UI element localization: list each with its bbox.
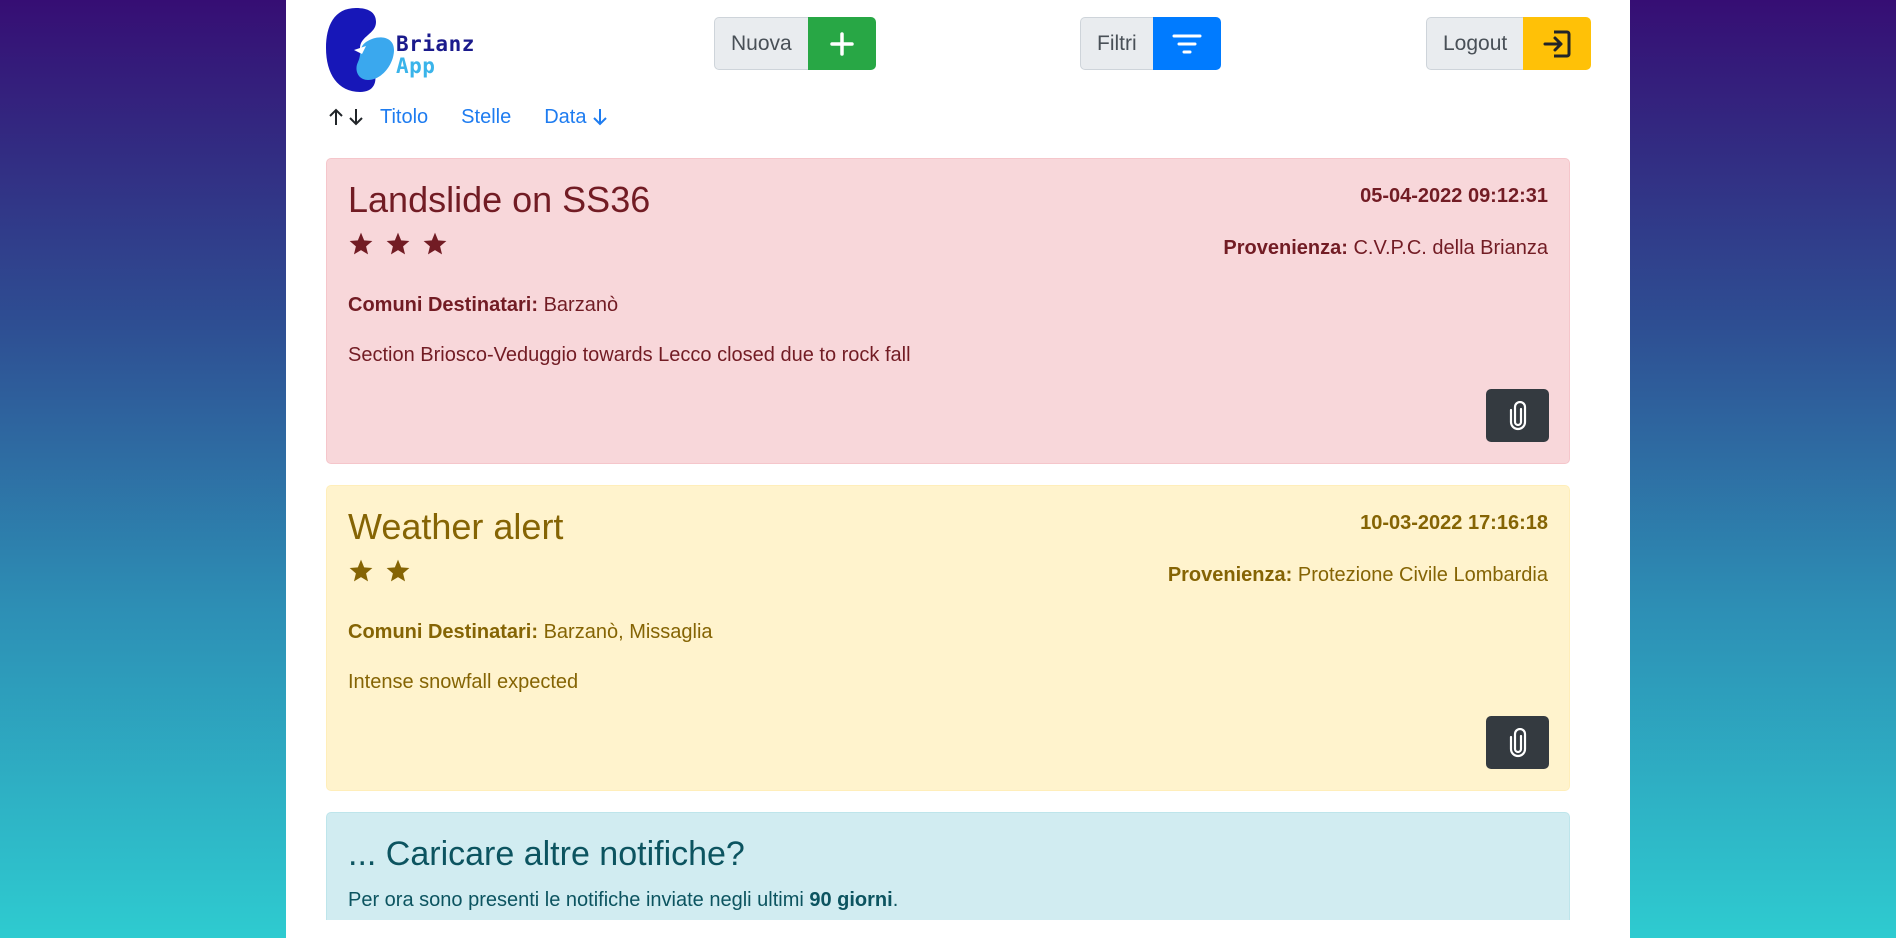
star-icon [349, 559, 373, 582]
recipients-label: Comuni Destinatari: [348, 294, 539, 316]
filter-label: Filtri [1080, 17, 1153, 70]
notification-description: Intense snowfall expected [348, 671, 579, 693]
notification-date: 10-03-2022 17:16:18 [1360, 512, 1548, 534]
sort-bar: Titolo Stelle Data [328, 104, 641, 130]
attachment-button[interactable] [1486, 389, 1549, 442]
logo-text-app: App [396, 54, 436, 78]
sort-by-title-link[interactable]: Titolo [380, 106, 428, 129]
logo-text-brianz: Brianz [396, 32, 475, 56]
origin-value: C.V.P.C. della Brianza [1353, 237, 1548, 259]
logout-button[interactable] [1523, 17, 1592, 70]
attachment-button[interactable] [1486, 716, 1549, 769]
star-icon [423, 232, 447, 255]
sort-date-label: Data [544, 105, 587, 128]
logout-label: Logout [1426, 17, 1524, 70]
new-label: Nuova [714, 17, 808, 70]
notification-date: 05-04-2022 09:12:31 [1360, 185, 1548, 207]
new-notification-group: Nuova [714, 17, 876, 70]
notification-list[interactable]: Landslide on SS36 05-04-2022 09:12:31 Pr… [326, 158, 1612, 920]
logout-icon [1543, 30, 1571, 57]
new-button[interactable] [807, 17, 876, 70]
header: Brianz App Nuova Filtri Logout [286, 0, 1630, 100]
arrow-down-icon [593, 109, 608, 126]
notification-recipients: Comuni Destinatari: Barzanò [348, 294, 618, 317]
star-rating [348, 231, 448, 257]
notification-recipients: Comuni Destinatari: Barzanò, Missaglia [348, 621, 713, 644]
notification-origin: Provenienza: Protezione Civile Lombardia [1168, 564, 1548, 587]
notification-card: Landslide on SS36 05-04-2022 09:12:31 Pr… [326, 158, 1570, 464]
sort-stars-label: Stelle [461, 105, 512, 128]
recipients-value: Barzanò, Missaglia [543, 621, 713, 643]
load-more-card[interactable]: ... Caricare altre notifiche? Per ora so… [326, 812, 1570, 920]
origin-value: Protezione Civile Lombardia [1297, 564, 1548, 586]
filter-button[interactable] [1152, 17, 1221, 70]
sort-title-label: Titolo [380, 105, 429, 128]
sort-by-stars-link[interactable]: Stelle [461, 106, 511, 129]
notification-title: Weather alert [348, 506, 564, 547]
filter-group: Filtri [1080, 17, 1221, 70]
notification-origin: Provenienza: C.V.P.C. della Brianza [1223, 237, 1548, 260]
origin-label: Provenienza: [1223, 237, 1348, 259]
origin-label: Provenienza: [1167, 564, 1293, 586]
arrow-down-icon [349, 109, 363, 126]
notification-card: Weather alert 10-03-2022 17:16:18 Proven… [326, 485, 1570, 791]
notification-title: Landslide on SS36 [348, 179, 651, 220]
main-page: Brianz App Nuova Filtri Logout Titolo St… [286, 0, 1630, 938]
recipients-value: Barzanò [543, 294, 619, 316]
star-icon [386, 232, 410, 255]
recipients-label: Comuni Destinatari: [348, 621, 539, 643]
paperclip-icon [1509, 400, 1526, 430]
star-rating [348, 558, 411, 584]
load-more-text-end: . [892, 889, 899, 911]
load-more-text: Per ora sono presenti le notifiche invia… [348, 889, 810, 911]
star-icon [349, 232, 373, 255]
arrow-up-icon [329, 108, 343, 125]
plus-icon [829, 31, 854, 56]
load-more-note: Per ora sono presenti le notifiche invia… [348, 889, 898, 912]
logout-group: Logout [1426, 17, 1592, 70]
filter-icon [1172, 34, 1202, 53]
load-more-days: 90 giorni [809, 889, 893, 911]
sort-by-date-link[interactable]: Data [544, 106, 608, 129]
star-icon [386, 559, 410, 582]
sort-order-toggle[interactable] [328, 108, 364, 126]
paperclip-icon [1509, 727, 1526, 757]
notification-description: Section Briosco-Veduggio towards Lecco c… [348, 344, 911, 366]
load-more-title: ... Caricare altre notifiche? [348, 835, 745, 873]
brianzapp-logo[interactable]: Brianz App [326, 6, 496, 92]
